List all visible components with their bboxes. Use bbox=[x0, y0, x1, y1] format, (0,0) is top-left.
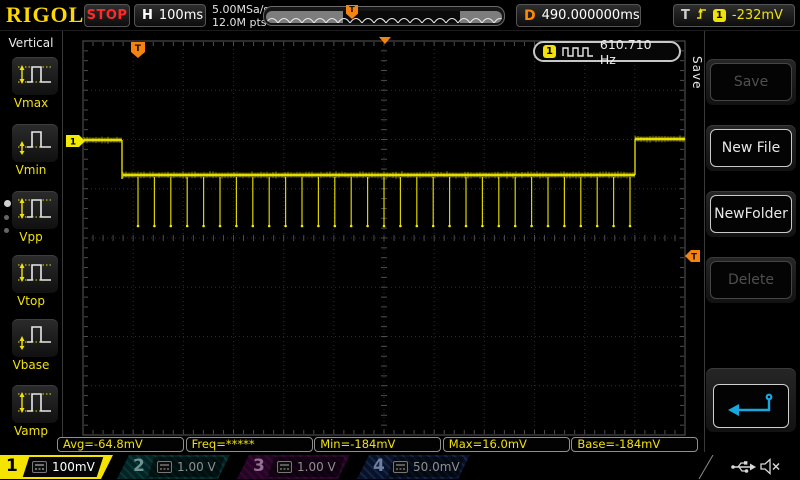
vbase-button[interactable] bbox=[12, 319, 58, 357]
menu-page-dot bbox=[4, 228, 9, 233]
left-menu-title: Vertical bbox=[0, 36, 62, 50]
timebase-value: 100ms bbox=[159, 8, 203, 23]
trigger-label: T bbox=[681, 8, 690, 23]
vamp-button[interactable] bbox=[12, 385, 58, 423]
vbase-label: Vbase bbox=[0, 358, 62, 372]
vmax-button[interactable] bbox=[12, 57, 58, 95]
channel-3-scale: 1.00 V bbox=[297, 460, 336, 474]
memory-track bbox=[266, 11, 502, 23]
channel-2-number: 2 bbox=[133, 456, 145, 476]
frequency-value: 610.710 Hz bbox=[600, 37, 671, 67]
measurement-base: Base=-184mV bbox=[571, 437, 698, 452]
menu-button-new-file[interactable]: New File bbox=[706, 125, 796, 171]
channel-1-number: 1 bbox=[6, 456, 18, 476]
right-menu-title: Save bbox=[690, 56, 704, 89]
channel-1-scale: 100mV bbox=[52, 460, 95, 474]
trigger-level-value: -232mV bbox=[732, 8, 783, 23]
return-arrow-icon bbox=[723, 389, 779, 423]
menu-button-save[interactable]: Save bbox=[706, 59, 796, 105]
vbase-icon bbox=[15, 322, 55, 354]
acquisition-info: 5.00MSa/s 12.0M pts bbox=[212, 3, 269, 29]
channel-badge-4[interactable]: 4 50.0mV bbox=[357, 455, 470, 479]
channel-badge-1[interactable]: 1 100mV bbox=[0, 455, 113, 479]
right-menu-divider bbox=[704, 31, 705, 452]
measurement-min: Min=-184mV bbox=[314, 437, 441, 452]
memory-depth: 12.0M pts bbox=[212, 16, 269, 29]
trigger-readout: T 1 -232mV bbox=[673, 4, 795, 27]
menu-page-dot-active bbox=[4, 200, 11, 207]
vmin-icon bbox=[15, 127, 55, 159]
memory-wave-icon bbox=[266, 11, 502, 23]
status-bar-slash bbox=[698, 455, 714, 480]
usb-icon bbox=[730, 459, 756, 479]
freq-counter-channel-badge: 1 bbox=[543, 45, 556, 58]
horizontal-label: H bbox=[142, 8, 153, 23]
svg-text:T: T bbox=[135, 44, 142, 54]
vpp-label: Vpp bbox=[0, 230, 62, 244]
svg-text:1: 1 bbox=[70, 138, 76, 148]
measurement-max: Max=16.0mV bbox=[443, 437, 570, 452]
vamp-icon bbox=[15, 388, 55, 420]
measurement-freq: Freq=***** bbox=[186, 437, 313, 452]
menu-button-new-folder-label: NewFolder bbox=[710, 195, 792, 233]
menu-button-delete-label: Delete bbox=[710, 261, 792, 299]
run-state-indicator: STOP bbox=[84, 4, 130, 27]
delay-value: 490.000000ms bbox=[542, 8, 640, 23]
channel-badge-2[interactable]: 2 1.00 V bbox=[117, 455, 230, 479]
channel-badge-3[interactable]: 3 1.00 V bbox=[237, 455, 350, 479]
menu-button-delete[interactable]: Delete bbox=[706, 257, 796, 303]
svg-text:T: T bbox=[691, 253, 697, 263]
left-menu-divider bbox=[62, 31, 63, 452]
channel-3-number: 3 bbox=[253, 456, 265, 476]
dc-coupling-icon bbox=[393, 461, 408, 473]
vtop-button[interactable] bbox=[12, 255, 58, 293]
frequency-counter: 1 610.710 Hz bbox=[533, 41, 681, 62]
memory-waveform-bar: T bbox=[263, 6, 505, 26]
rising-edge-icon bbox=[696, 6, 707, 25]
delay-label: D bbox=[524, 8, 536, 24]
horizontal-timebase: H 100ms bbox=[134, 4, 206, 27]
vmax-label: Vmax bbox=[0, 96, 62, 110]
square-wave-icon bbox=[562, 42, 594, 61]
trigger-source-badge: 1 bbox=[713, 9, 726, 22]
vmax-icon bbox=[15, 60, 55, 92]
vpp-icon bbox=[15, 194, 55, 226]
delay-readout: D 490.000000ms bbox=[516, 4, 641, 27]
menu-button-new-folder[interactable]: NewFolder bbox=[706, 191, 796, 237]
status-bar: RIGOL STOP H 100ms 5.00MSa/s 12.0M pts T… bbox=[0, 0, 800, 31]
vamp-label: Vamp bbox=[0, 424, 62, 438]
menu-button-back[interactable] bbox=[706, 368, 796, 432]
vmin-label: Vmin bbox=[0, 163, 62, 177]
beeper-muted-icon bbox=[760, 458, 782, 479]
channel-4-scale: 50.0mV bbox=[413, 460, 460, 474]
vtop-icon bbox=[15, 258, 55, 290]
measurement-avg: Avg=-64.8mV bbox=[57, 437, 184, 452]
channel-2-scale: 1.00 V bbox=[177, 460, 216, 474]
dc-coupling-icon bbox=[32, 461, 47, 473]
sample-rate: 5.00MSa/s bbox=[212, 3, 269, 16]
channel1-trace: T T 1 bbox=[0, 0, 800, 480]
menu-button-new-file-label: New File bbox=[710, 129, 792, 167]
rigol-logo: RIGOL bbox=[6, 2, 84, 28]
channel-4-number: 4 bbox=[373, 456, 385, 476]
vmin-button[interactable] bbox=[12, 124, 58, 162]
graticule bbox=[0, 0, 800, 480]
channel-status-bar: 1 100mV 2 1.00 V 3 1.00 V 4 bbox=[0, 454, 800, 480]
dc-coupling-icon bbox=[277, 461, 292, 473]
vtop-label: Vtop bbox=[0, 294, 62, 308]
menu-page-dot bbox=[4, 215, 9, 220]
dc-coupling-icon bbox=[157, 461, 172, 473]
vpp-button[interactable] bbox=[12, 191, 58, 229]
menu-button-save-label: Save bbox=[710, 63, 792, 101]
run-state-label: STOP bbox=[87, 8, 128, 23]
